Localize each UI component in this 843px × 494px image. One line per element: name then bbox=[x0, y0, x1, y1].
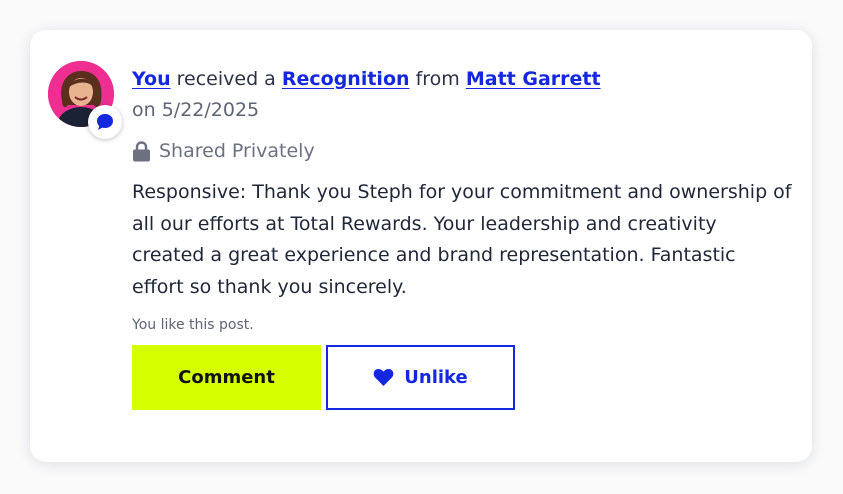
recognition-link[interactable]: Recognition bbox=[282, 68, 410, 90]
comment-button[interactable]: Comment bbox=[132, 345, 321, 410]
heart-icon bbox=[373, 368, 394, 387]
verb-text: received a bbox=[176, 68, 276, 90]
privacy-indicator: Shared Privately bbox=[132, 137, 315, 165]
actor-link[interactable]: You bbox=[132, 68, 171, 90]
post-date: on 5/22/2025 bbox=[132, 99, 260, 121]
sender-link[interactable]: Matt Garrett bbox=[466, 68, 601, 90]
chat-bubble-icon bbox=[88, 105, 122, 139]
unlike-button[interactable]: Unlike bbox=[326, 345, 515, 410]
privacy-label: Shared Privately bbox=[159, 140, 315, 162]
lock-icon bbox=[132, 140, 151, 162]
unlike-button-label: Unlike bbox=[404, 367, 468, 388]
comment-button-label: Comment bbox=[178, 367, 275, 388]
post-headline: You received a Recognition from Matt Gar… bbox=[132, 65, 601, 93]
like-status: You like this post. bbox=[132, 317, 254, 333]
recognition-message: Responsive: Thank you Steph for your com… bbox=[132, 181, 792, 298]
from-text: from bbox=[415, 68, 460, 90]
